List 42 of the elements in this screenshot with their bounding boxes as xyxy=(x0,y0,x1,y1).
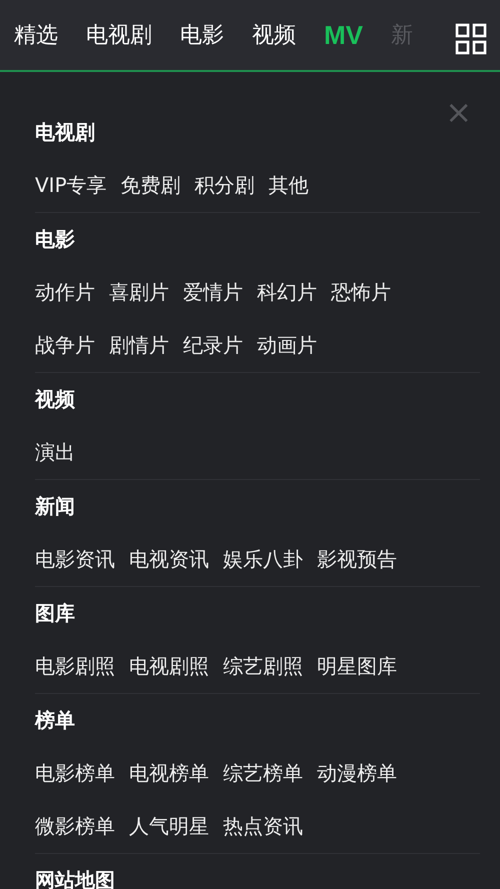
category-link[interactable]: 免费剧 xyxy=(120,172,181,199)
category-link[interactable]: 科幻片 xyxy=(257,279,317,306)
category-link[interactable]: 影视预告 xyxy=(317,546,397,573)
section-title: 视频 xyxy=(35,386,75,412)
section-title: 网站地图 xyxy=(35,866,115,889)
category-link[interactable]: 热点资讯 xyxy=(223,813,303,840)
category-link[interactable]: 电影剧照 xyxy=(35,653,115,680)
grid-menu-icon[interactable] xyxy=(455,23,487,55)
category-link[interactable]: 电视剧照 xyxy=(129,653,209,680)
category-link[interactable]: 电视资讯 xyxy=(129,546,209,573)
category-link[interactable]: 电影榜单 xyxy=(35,760,115,787)
nav-tab[interactable]: 视频 xyxy=(252,20,310,50)
section-title: 电视剧 xyxy=(35,118,95,146)
section-title: 新闻 xyxy=(35,492,75,520)
category-link[interactable]: 演出 xyxy=(35,439,75,466)
section-title: 图库 xyxy=(35,600,75,626)
nav-tab[interactable]: 电视剧 xyxy=(86,20,166,50)
category-link[interactable]: 电视榜单 xyxy=(129,760,209,787)
category-link[interactable]: 纪录片 xyxy=(183,332,243,359)
category-link[interactable]: 恐怖片 xyxy=(331,279,391,306)
category-link[interactable]: 综艺剧照 xyxy=(223,653,303,680)
category-link[interactable]: 综艺榜单 xyxy=(223,760,303,787)
section-title: 电影 xyxy=(35,226,75,252)
category-link[interactable]: 微影榜单 xyxy=(35,813,115,840)
category-link[interactable]: 动作片 xyxy=(35,279,95,306)
category-link[interactable]: 战争片 xyxy=(35,332,95,359)
nav-tab[interactable]: 电影 xyxy=(180,20,238,50)
category-link[interactable]: 人气明星 xyxy=(129,813,209,840)
category-link[interactable]: 动漫榜单 xyxy=(317,760,397,787)
category-link[interactable]: 其他 xyxy=(268,172,309,199)
nav-tab[interactable]: MV xyxy=(324,20,377,50)
category-link[interactable]: 喜剧片 xyxy=(109,279,169,306)
section-title: 榜单 xyxy=(35,706,75,734)
category-link[interactable]: 动画片 xyxy=(257,332,317,359)
category-link[interactable]: 电影资讯 xyxy=(35,546,115,573)
category-link[interactable]: VIP专享 xyxy=(35,172,107,199)
nav-tab[interactable]: 精选 xyxy=(14,20,72,50)
category-link[interactable]: 爱情片 xyxy=(183,279,243,306)
category-link[interactable]: 明星图库 xyxy=(317,653,397,680)
category-link[interactable]: 剧情片 xyxy=(109,332,169,359)
category-link[interactable]: 积分剧 xyxy=(194,172,255,199)
category-link[interactable]: 娱乐八卦 xyxy=(223,546,303,573)
